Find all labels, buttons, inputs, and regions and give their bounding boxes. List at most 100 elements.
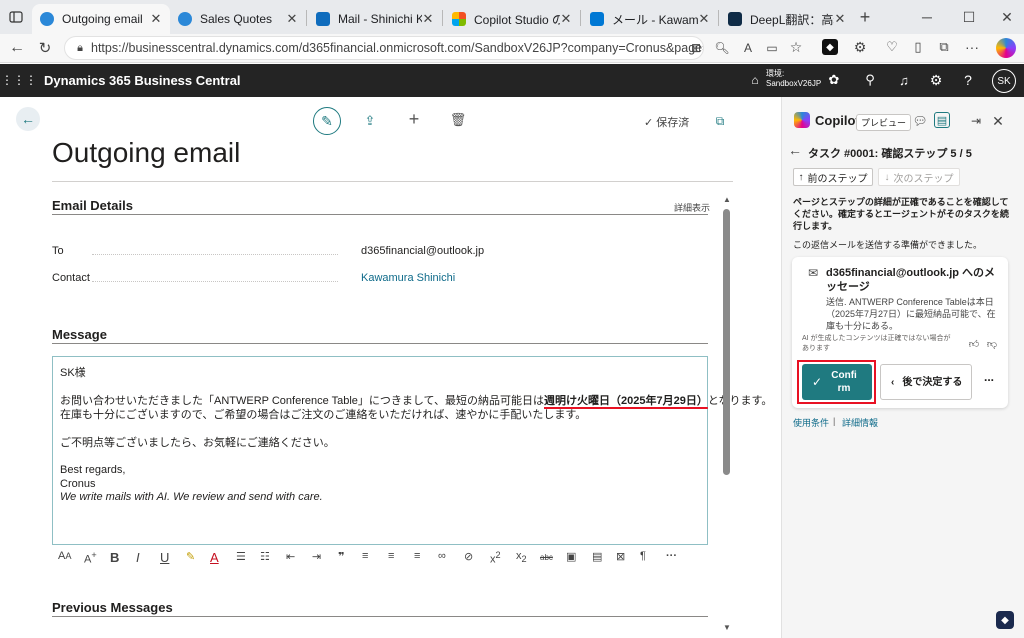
subscript-icon[interactable]: x2 [516,550,527,564]
close-window-icon[interactable]: ✕ [998,8,1016,26]
close-tab-icon[interactable]: ✕ [422,11,434,27]
new-tab-icon[interactable]: + [856,7,874,27]
superscript-font-icon[interactable]: A+ [84,550,97,566]
extensions-puzzle-icon[interactable]: ⚙ [852,39,868,55]
tasks-icon[interactable]: ▤ [934,112,950,128]
tab-copilot-studio[interactable]: Copilot Studio のライ ✕ [444,4,580,34]
lock-icon[interactable]: 🔒︎ [73,41,87,55]
dock-pane-icon[interactable]: ⇥ [968,113,984,129]
scroll-down-icon[interactable]: ▼ [723,623,731,632]
close-tab-icon[interactable]: ✕ [560,11,572,27]
refresh-icon[interactable]: ↻ [36,39,54,57]
thumbs-up-icon[interactable]: 👍︎ [968,338,980,350]
close-tab-icon[interactable]: ✕ [834,11,846,27]
task-back-icon[interactable]: ← [788,142,802,158]
read-aloud-icon[interactable]: A [740,40,756,56]
zoom-icon[interactable]: 🔍︎ [714,40,730,56]
extension-icon[interactable]: ◆ [822,39,838,55]
split-screen-icon[interactable]: ▯ [910,39,926,55]
decrease-indent-icon[interactable]: ⇤ [286,550,295,563]
environment-info[interactable]: 環境: SandboxV26JP [766,69,821,89]
details-link[interactable]: 詳細情報 [842,416,878,429]
contact-link[interactable]: Kawamura Shinichi [361,272,455,284]
edit-pencil-icon[interactable]: ✎ [313,107,341,135]
floating-extension-icon[interactable]: ◆ [996,611,1014,629]
ltr-direction-icon[interactable]: ¶ [640,550,646,562]
tab-deepl[interactable]: DeepL翻訳：高精度 ✕ [720,4,854,34]
delete-trash-icon[interactable]: 🗑︎ [450,112,467,128]
superscript-icon[interactable]: x2 [490,550,501,566]
address-bar[interactable]: 🔒︎ https://businesscentral.dynamics.com/… [64,36,704,60]
share-icon[interactable]: ⇪ [362,113,378,129]
message-editor[interactable]: SK様 お問い合わせいただきました「ANTWERP Conference Tab… [52,356,772,545]
scrollbar-thumb[interactable] [723,209,730,475]
numbered-list-icon[interactable]: ☷ [260,550,270,563]
quote-icon[interactable]: ❞ [338,550,344,563]
show-more-link[interactable]: 詳細表示 [674,201,710,214]
tab-outgoing-email[interactable]: Outgoing email ✕ [32,4,170,34]
tab-sales-quotes[interactable]: Sales Quotes ✕ [170,4,306,34]
scroll-up-icon[interactable]: ▲ [723,195,731,204]
highlight-icon[interactable]: ✎ [186,550,195,563]
increase-indent-icon[interactable]: ⇥ [312,550,321,563]
more-options-icon[interactable]: ··· [964,39,980,55]
avatar[interactable]: SK [992,69,1016,93]
help-icon[interactable]: ? [960,72,976,88]
align-center-icon[interactable]: ≡ [388,550,394,562]
terms-link[interactable]: 使用条件 [793,416,829,429]
insert-table-icon[interactable]: ▤ [592,550,602,563]
close-tab-icon[interactable]: ✕ [698,11,710,27]
maximize-icon[interactable]: ☐ [960,8,978,26]
favorite-star-icon[interactable]: ☆ [788,39,804,55]
align-left-icon[interactable]: ≡ [362,550,368,562]
thumbs-down-icon[interactable]: 👎︎ [986,338,998,350]
collections-icon[interactable]: ⧉ [936,39,952,55]
browser-tab-bar: Outgoing email ✕ Sales Quotes ✕ Mail - S… [0,0,1024,34]
close-tab-icon[interactable]: ✕ [150,11,162,27]
apps-icon[interactable]: ⊞ [688,40,704,56]
add-new-icon[interactable]: + [406,109,422,129]
to-value[interactable]: d365financial@outlook.jp [361,245,484,257]
immersive-reader-icon[interactable]: ▭ [764,40,780,56]
decide-later-button[interactable]: ‹ 後で決定する [880,364,972,400]
tab-actions-icon[interactable] [8,9,24,25]
gear-icon[interactable]: ⚙ [928,72,944,88]
font-size-icon[interactable]: AA [58,550,71,562]
back-arrow-icon[interactable]: ← [16,107,40,131]
copilot-browser-icon[interactable] [996,38,1016,58]
link-icon[interactable]: ∞ [438,550,446,562]
confirm-button[interactable]: ✓ Confirm [802,364,872,400]
search-icon[interactable]: ⚲ [862,72,878,88]
more-tools-icon[interactable]: ··· [666,550,677,562]
bell-icon[interactable]: ♫ [896,72,912,88]
tab-mail[interactable]: Mail - Shinichi Kawar ✕ [308,4,442,34]
close-tab-icon[interactable]: ✕ [286,11,298,27]
back-icon[interactable]: ← [8,39,26,57]
browser-essentials-icon[interactable]: ♡ [884,39,900,55]
body-line-2: 在庫も十分にございますので、ご希望の場合はご注文のご連絡をいただければ、速やかに… [60,409,587,421]
bold-icon[interactable]: B [110,550,119,565]
clear-format-icon[interactable]: ⊠ [616,550,625,563]
page-scrollbar[interactable]: ▲ ▼ [723,195,731,635]
close-pane-icon[interactable]: ✕ [990,113,1006,129]
chat-icon[interactable]: 💬︎ [912,113,928,129]
microsoft-favicon-icon [452,12,466,26]
more-actions-icon[interactable]: ... [984,370,994,384]
waffle-menu-icon[interactable]: ⋮⋮⋮ [1,73,37,87]
previous-step-button[interactable]: ↑ 前のステップ [793,168,873,186]
underline-icon[interactable]: U [160,550,169,565]
page-title: Outgoing email [52,137,241,168]
previous-messages-heading: Previous Messages [52,600,173,615]
open-new-window-icon[interactable]: ⧉ [712,113,728,129]
minimize-icon[interactable]: ─ [918,8,936,26]
copilot-header-icon[interactable]: ✿ [826,72,842,88]
unlink-icon[interactable]: ⊘ [464,550,473,563]
font-color-icon[interactable]: A [210,550,219,565]
italic-icon[interactable]: I [136,550,140,565]
align-right-icon[interactable]: ≡ [414,550,420,562]
next-step-button[interactable]: ↓ 次のステップ [878,168,960,186]
strikethrough-icon[interactable]: abc [540,553,553,562]
insert-image-icon[interactable]: ▣ [566,550,576,563]
tab-outlook-mail[interactable]: メール - Kawamura Shi ✕ [582,4,718,34]
bullet-list-icon[interactable]: ☰ [236,550,246,563]
